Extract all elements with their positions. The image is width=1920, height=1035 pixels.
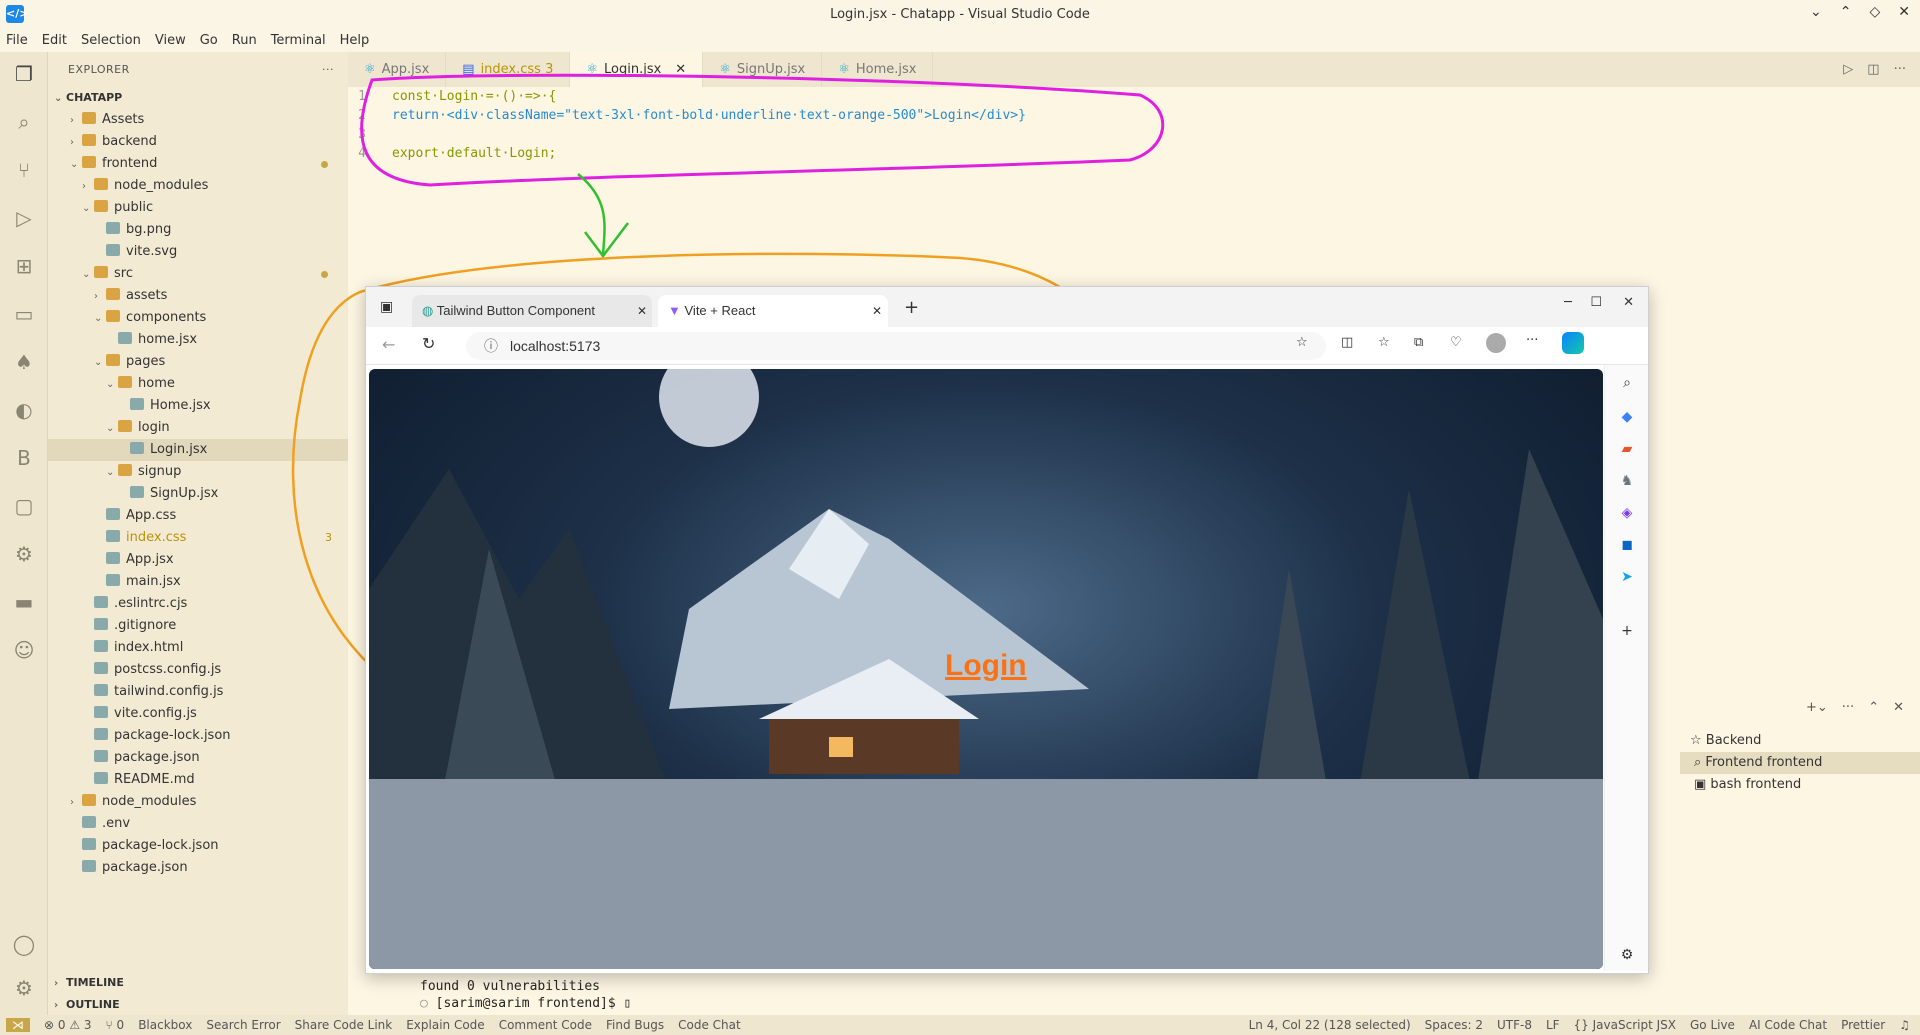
status-encoding[interactable]: UTF-8	[1497, 1018, 1532, 1032]
telegram-icon[interactable]: ➤	[1617, 567, 1637, 587]
status-code-chat[interactable]: Code Chat	[678, 1018, 741, 1032]
terminal-item-frontend[interactable]: ⌕ Frontend frontend	[1680, 752, 1920, 774]
status-cursor-position[interactable]: Ln 4, Col 22 (128 selected)	[1249, 1018, 1411, 1032]
browser-maximize-icon[interactable]: ☐	[1590, 295, 1602, 310]
address-bar: ← ↻ ⓘ localhost:5173 ☆ ◫ ☆ ⧉ ♡ ···	[366, 327, 1648, 365]
refresh-icon[interactable]: ↻	[422, 334, 435, 353]
new-tab-icon[interactable]: +	[904, 297, 919, 318]
games-icon[interactable]: ♞	[1617, 471, 1637, 491]
remote-indicator-icon[interactable]: ⋊	[6, 1018, 30, 1032]
browser-close-icon[interactable]: ✕	[1623, 295, 1634, 310]
maximize-panel-icon[interactable]: ⌃	[1868, 700, 1879, 715]
copilot-icon[interactable]	[1562, 332, 1584, 354]
browser-tab-strip: ▣ ◍ Tailwind Button Component ✕ ▼ Vite +…	[366, 287, 1648, 327]
url-field[interactable]: ⓘ localhost:5173	[466, 332, 1326, 360]
tools-icon[interactable]: ▰	[1617, 439, 1637, 459]
status-problems[interactable]: ⊗ 0 ⚠ 3	[44, 1018, 92, 1032]
status-search-error[interactable]: Search Error	[206, 1018, 280, 1032]
shopping-icon[interactable]: ◆	[1617, 407, 1637, 427]
close-tab1-icon[interactable]: ✕	[637, 304, 647, 318]
login-heading: Login	[945, 649, 1027, 682]
favorite-star-icon[interactable]: ☆	[1296, 335, 1308, 350]
office-icon[interactable]: ◈	[1617, 503, 1637, 523]
browser-tab-vite[interactable]: ▼ Vite + React	[658, 295, 888, 327]
terminal-list-panel: +⌄ ··· ⌃ ✕ ☆ Backend ⌕ Frontend frontend…	[1680, 700, 1920, 800]
browser-tab-tailwind[interactable]: ◍ Tailwind Button Component	[412, 295, 652, 327]
close-tab2-icon[interactable]: ✕	[872, 304, 882, 318]
outlook-icon[interactable]: ◼	[1617, 535, 1637, 555]
favorites-icon[interactable]: ☆	[1378, 335, 1390, 350]
status-prettier[interactable]: Prettier	[1841, 1018, 1885, 1032]
page-viewport: Login	[369, 369, 1603, 969]
magenta-circle	[360, 73, 1165, 187]
close-panel-icon[interactable]: ✕	[1893, 700, 1904, 715]
terminal-prompt[interactable]: ○ [sarim@sarim frontend]$ ▯	[420, 995, 1620, 1012]
status-ports[interactable]: ⑂ 0	[106, 1018, 125, 1032]
sidebar-settings-icon[interactable]: ⚙	[1617, 945, 1637, 965]
edge-sidebar: ⌕ ◆ ▰ ♞ ◈ ◼ ➤ + ⚙	[1604, 365, 1648, 971]
status-go-live[interactable]: Go Live	[1690, 1018, 1735, 1032]
browser-window: ▣ ◍ Tailwind Button Component ✕ ▼ Vite +…	[365, 286, 1649, 974]
browser-minimize-icon[interactable]: ─	[1564, 295, 1572, 310]
status-find-bugs[interactable]: Find Bugs	[606, 1018, 664, 1032]
status-language[interactable]: {} JavaScript JSX	[1574, 1018, 1676, 1032]
collections-icon[interactable]: ⧉	[1414, 335, 1423, 350]
settings-more-icon[interactable]: ···	[1526, 333, 1538, 348]
tab-actions-icon[interactable]: ▣	[380, 299, 393, 315]
split-screen-icon[interactable]: ◫	[1341, 335, 1353, 350]
terminal-line-1: found 0 vulnerabilities	[420, 979, 601, 994]
status-share-code-link[interactable]: Share Code Link	[295, 1018, 393, 1032]
terminal-item-bash[interactable]: ▣ bash frontend	[1694, 774, 1801, 796]
terminal-output[interactable]: found 0 vulnerabilities ○ [sarim@sarim f…	[420, 978, 1620, 1014]
terminal-item-backend[interactable]: ☆ Backend	[1690, 730, 1761, 752]
profile-avatar[interactable]	[1486, 333, 1506, 353]
site-info-icon[interactable]: ⓘ	[484, 332, 498, 360]
new-terminal-icon[interactable]: +⌄	[1806, 700, 1828, 715]
notifications-bell-icon[interactable]: ♫	[1899, 1018, 1910, 1032]
browser-essentials-icon[interactable]: ♡	[1450, 335, 1462, 350]
status-explain-code[interactable]: Explain Code	[406, 1018, 484, 1032]
terminal-more-icon[interactable]: ···	[1842, 700, 1854, 715]
status-indentation[interactable]: Spaces: 2	[1425, 1018, 1483, 1032]
search-icon[interactable]: ⌕	[1617, 373, 1637, 393]
status-blackbox[interactable]: Blackbox	[138, 1018, 192, 1032]
status-comment-code[interactable]: Comment Code	[499, 1018, 592, 1032]
status-ai-code-chat[interactable]: AI Code Chat	[1749, 1018, 1827, 1032]
status-eol[interactable]: LF	[1546, 1018, 1560, 1032]
add-sidebar-icon[interactable]: +	[1617, 621, 1637, 641]
green-arrow	[577, 173, 629, 259]
back-icon[interactable]: ←	[382, 335, 395, 354]
status-bar: ⋊ ⊗ 0 ⚠ 3 ⑂ 0 Blackbox Search Error Shar…	[0, 1015, 1920, 1035]
